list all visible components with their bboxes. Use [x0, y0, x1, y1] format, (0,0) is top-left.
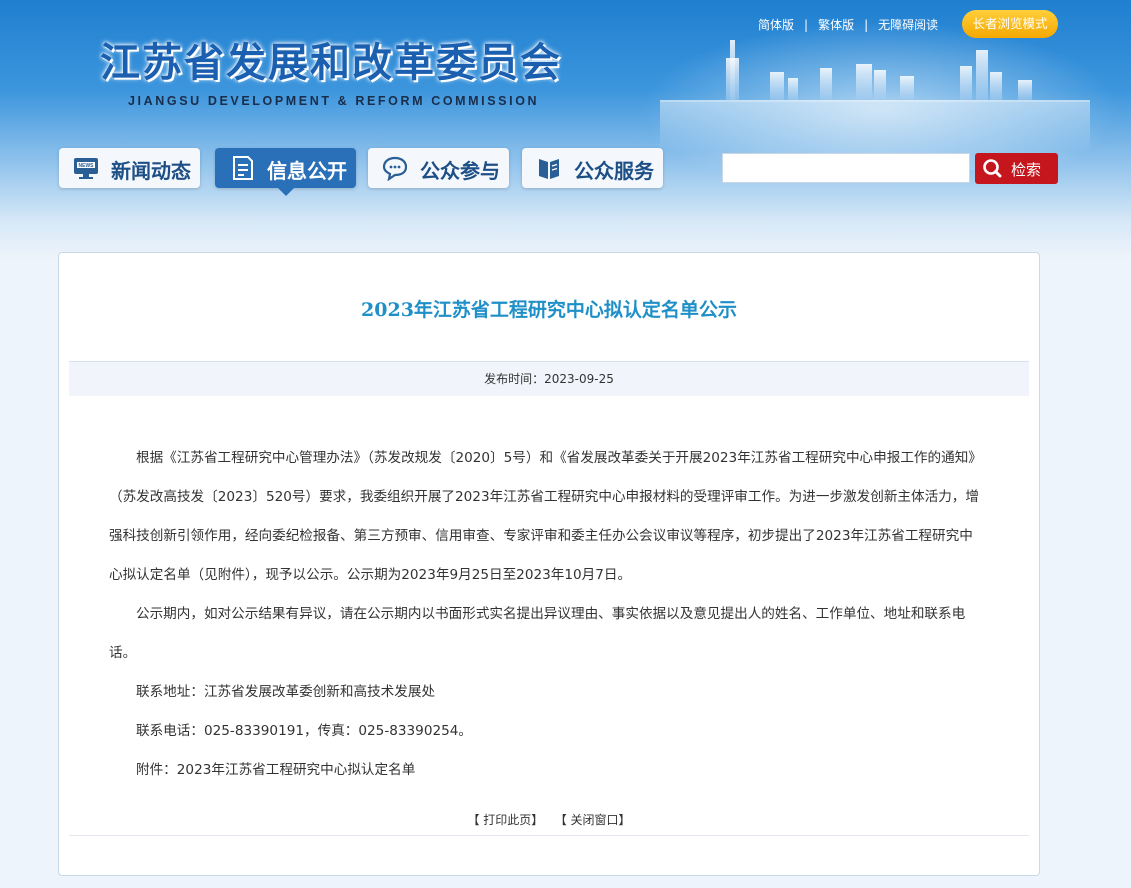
- nav-item-public-service[interactable]: 公众服务: [522, 148, 663, 188]
- link-separator: |: [864, 18, 869, 32]
- publish-time: 发布时间：2023-09-25: [69, 361, 1029, 396]
- simplified-link[interactable]: 简体版: [758, 18, 794, 32]
- nav-item-info-disclosure[interactable]: 信息公开: [215, 148, 356, 196]
- article-title: 2023年江苏省工程研究中心拟认定名单公示: [361, 299, 737, 321]
- link-separator: |: [804, 18, 809, 32]
- contact-address: 联系地址：江苏省发展改革委创新和高技术发展处: [136, 684, 436, 700]
- active-indicator: [278, 188, 294, 196]
- nav-label: 新闻动态: [111, 159, 191, 183]
- chat-icon: [382, 156, 408, 181]
- attachment-link[interactable]: 附件：2023年江苏省工程研究中心拟认定名单: [109, 751, 981, 790]
- svg-text:NEWS: NEWS: [79, 163, 95, 169]
- nav-label: 公众服务: [574, 159, 654, 183]
- accessible-reading-link[interactable]: 无障碍阅读: [878, 18, 938, 32]
- divider: [69, 835, 1029, 836]
- nav-item-public-participation[interactable]: 公众参与: [368, 148, 509, 188]
- book-icon: [539, 159, 559, 179]
- search-button-label: 检索: [1011, 161, 1042, 179]
- nav-label: 公众参与: [420, 159, 500, 183]
- site-title: 江苏省发展和改革委员会: [100, 39, 562, 86]
- page-header: 江苏省发展和改革委员会 JIANGSU DEVELOPMENT & REFORM…: [0, 0, 1131, 260]
- page-actions: 【 打印此页】 【 关闭窗口】: [59, 811, 1039, 828]
- article-paragraph: 公示期内，如对公示结果有异议，请在公示期内以书面形式实名提出异议理由、事实依据以…: [109, 606, 966, 661]
- search-input[interactable]: [722, 153, 970, 183]
- search-button[interactable]: 检索: [975, 153, 1058, 184]
- article-card: 2023年江苏省工程研究中心拟认定名单公示 发布时间：2023-09-25 根据…: [58, 252, 1040, 876]
- article-paragraph: 根据《江苏省工程研究中心管理办法》（苏发改规发〔2020〕5号）和《省发展改革委…: [109, 450, 979, 583]
- elder-mode-button[interactable]: 长者浏览模式: [962, 10, 1058, 38]
- site-subtitle: JIANGSU DEVELOPMENT & REFORM COMMISSION: [128, 94, 540, 108]
- search-icon: [983, 159, 1002, 178]
- top-links: 简体版 | 繁体版 | 无障碍阅读: [758, 16, 938, 33]
- close-window-button[interactable]: 【 关闭窗口】: [555, 813, 631, 827]
- nav-item-news[interactable]: NEWS 新闻动态: [59, 148, 200, 188]
- document-icon: [233, 156, 253, 180]
- city-skyline-image: [660, 40, 1090, 152]
- contact-phone: 联系电话：025-83390191，传真：025-83390254。: [136, 723, 473, 739]
- news-icon: NEWS: [74, 158, 98, 179]
- article-body: 根据《江苏省工程研究中心管理办法》（苏发改规发〔2020〕5号）和《省发展改革委…: [109, 439, 981, 790]
- traditional-link[interactable]: 繁体版: [818, 18, 854, 32]
- print-page-button[interactable]: 【 打印此页】: [467, 813, 543, 827]
- nav-label: 信息公开: [267, 159, 347, 183]
